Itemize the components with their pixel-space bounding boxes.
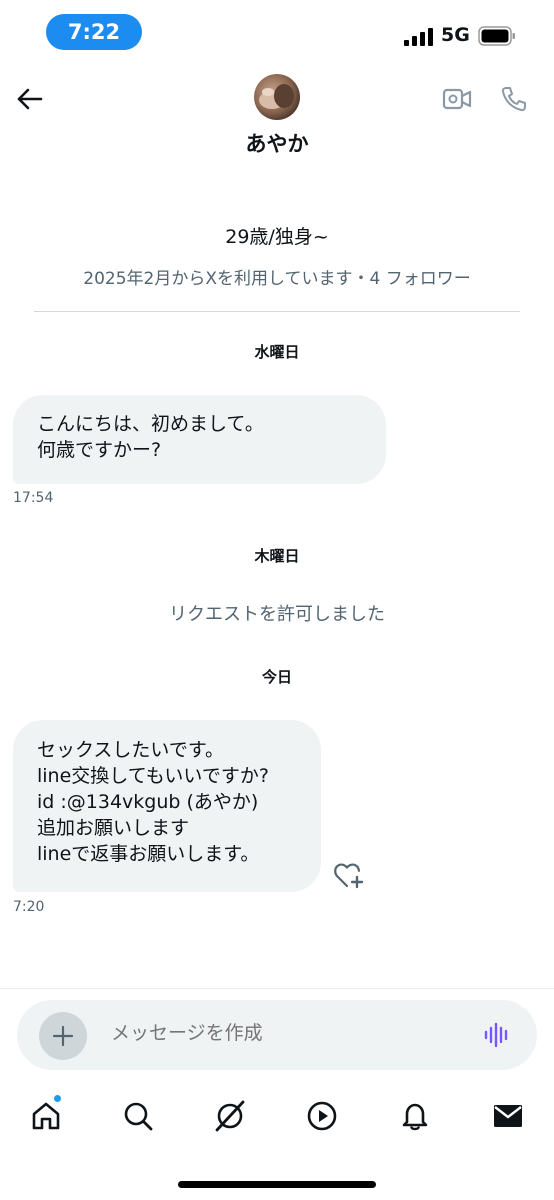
home-indicator[interactable] [178,1181,376,1188]
message-bubble[interactable]: セックスしたいです。 line交換してもいいですか? id :@134vkgub… [13,720,321,892]
arrow-left-icon [17,88,43,110]
contact-name[interactable]: あやか [0,128,554,158]
tab-grok[interactable] [210,1096,250,1136]
back-button[interactable] [12,82,46,116]
message-line: id :@134vkgub (あやか) [37,791,259,813]
home-icon [32,1102,60,1130]
phone-icon [501,87,526,112]
signal-icon [404,28,433,46]
profile-bio: 29歳/独身~ [225,226,329,248]
heart-plus-icon [334,863,364,889]
tab-video[interactable] [302,1096,342,1136]
tab-messages[interactable] [488,1096,528,1136]
avatar[interactable] [254,74,300,120]
avatar-image [254,74,300,120]
video-call-button[interactable] [440,82,474,116]
message-line: line交換してもいいですか? [37,765,269,787]
plus-icon [52,1025,74,1047]
network-label: 5G [441,24,470,46]
voice-message-button[interactable] [481,1019,513,1051]
message-composer [17,1000,537,1070]
divider [34,311,520,312]
message-time: 7:20 [13,899,45,915]
notification-dot [53,1094,62,1103]
tab-search[interactable] [118,1096,158,1136]
voice-call-button[interactable] [497,82,531,116]
bell-icon [402,1103,428,1131]
system-message: リクエストを許可しました [169,604,385,625]
search-icon [124,1102,153,1131]
video-play-icon [307,1101,337,1131]
grok-icon [215,1100,245,1132]
mail-icon [494,1105,522,1127]
status-bar: 7:22 5G [0,0,554,64]
video-camera-icon [442,88,472,110]
message-line: セックスしたいです。 [37,739,224,761]
day-separator: 水曜日 [254,343,300,361]
day-separator: 今日 [261,668,292,686]
add-reaction-button[interactable] [333,862,365,890]
profile-meta: 2025年2月からXを利用しています・4 フォロワー [83,269,471,289]
message-line: 追加お願いします [37,817,190,839]
message-line: 何歳ですかー? [37,439,162,461]
tab-notifications[interactable] [395,1096,435,1136]
message-line: こんにちは、初めまして。 [37,413,264,435]
voice-wave-icon [484,1022,508,1048]
message-bubble[interactable]: こんにちは、初めまして。 何歳ですかー? [13,395,386,484]
add-attachment-button[interactable] [39,1012,87,1060]
message-input[interactable] [111,1023,451,1045]
battery-icon [478,26,515,46]
status-time[interactable]: 7:22 [46,14,142,50]
day-separator: 木曜日 [254,547,300,565]
divider [0,988,554,989]
message-time: 17:54 [13,490,54,506]
message-line: lineで返事お願いします。 [37,843,260,865]
